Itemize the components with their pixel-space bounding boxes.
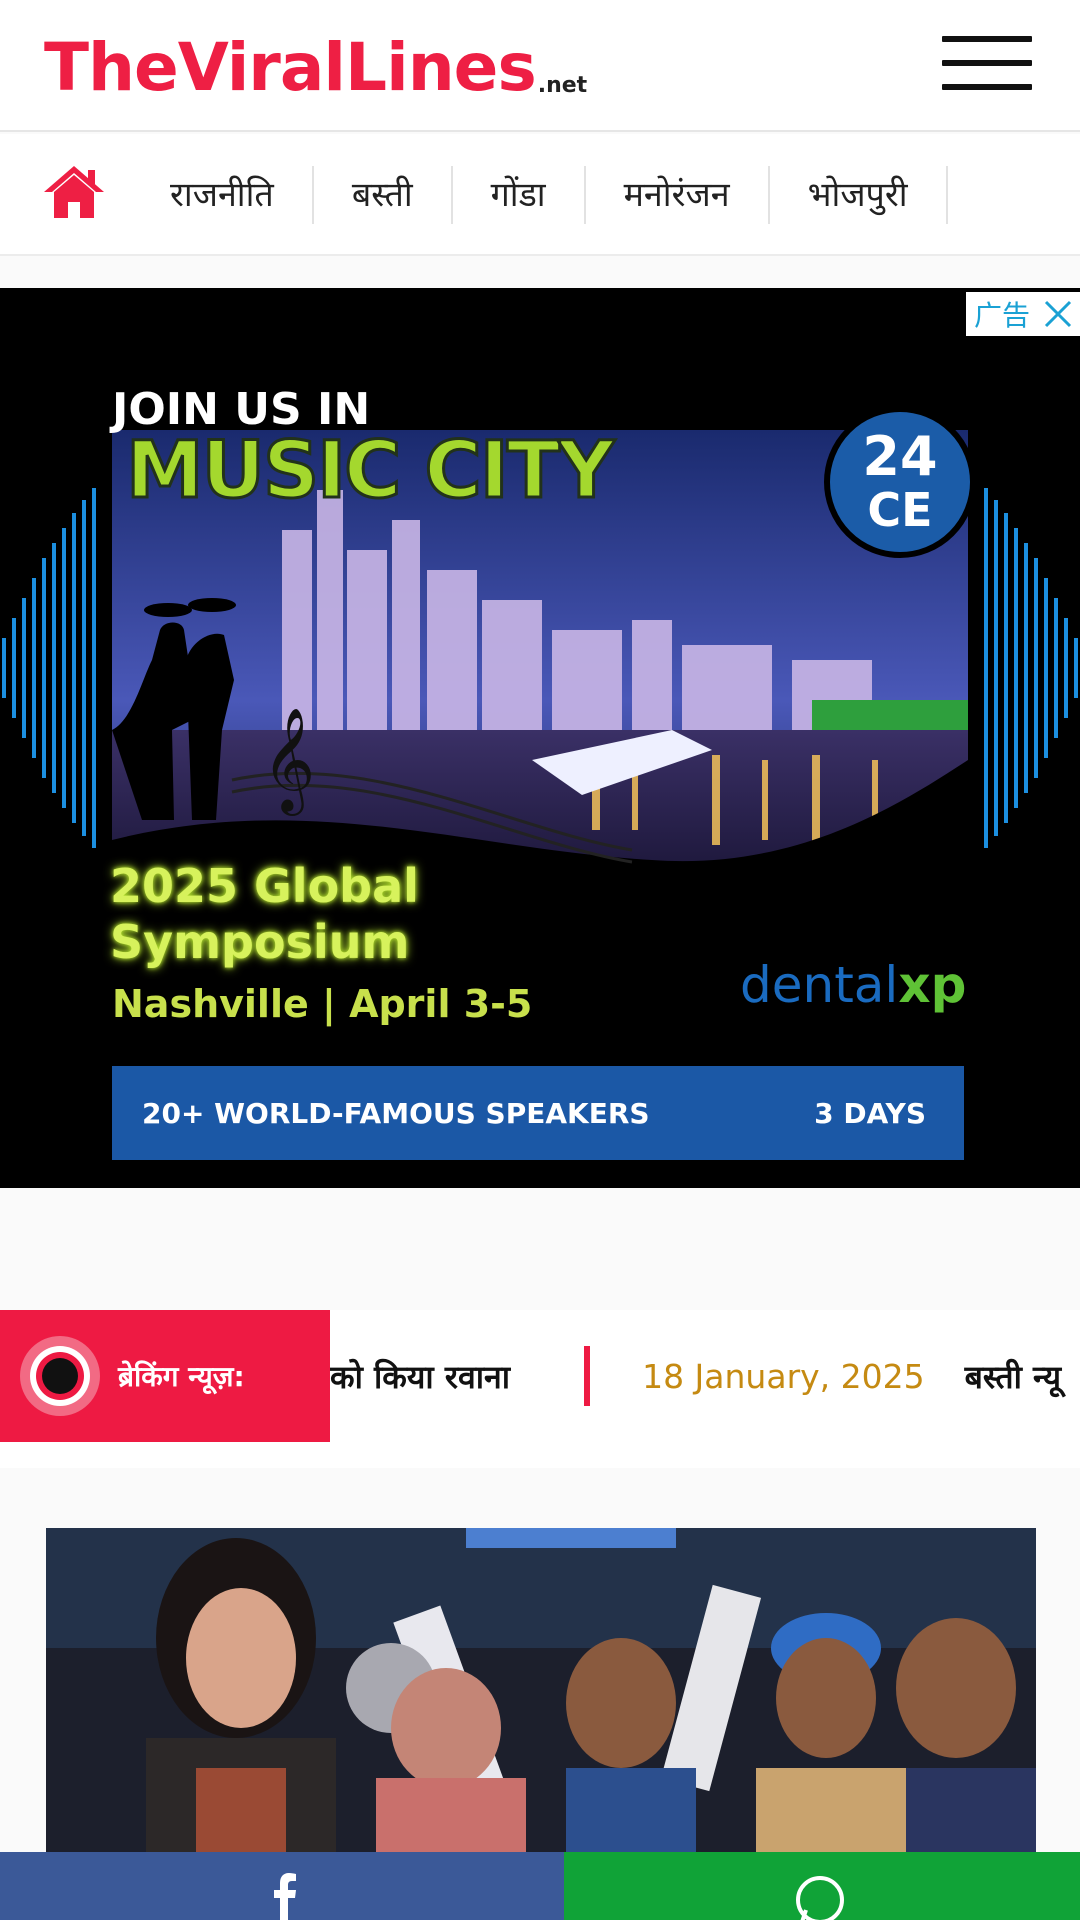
ad-choices-flag[interactable]: 广告 [966,292,1080,336]
ad-ce-badge: 24 CE [824,406,976,558]
ticker-date: 18 January, 2025 [642,1356,925,1396]
ticker-headline[interactable]: को किया रवाना [330,1355,510,1398]
whatsapp-icon [796,1876,844,1920]
facebook-icon [274,1873,296,1920]
svg-text:𝄞: 𝄞 [262,707,315,816]
ad-location: Nashville | April 3-5 [112,982,533,1026]
category-list: राजनीति बस्ती गोंडा मनोरंजन भोजपुरी [136,134,948,254]
ad-banner-days: 3 DAYS [814,1096,926,1130]
ad-label: 广告 [974,299,1031,332]
ad-headline: MUSIC CITY [125,425,617,518]
ad-bottom-banner: 20+ WORLD-FAMOUS SPEAKERS 3 DAYS [112,1066,964,1160]
close-icon[interactable] [1042,298,1074,330]
breaking-news-bar: को किया रवाना 18 January, 2025 बस्ती न्य… [0,1310,1080,1468]
nav-item-entertainment[interactable]: मनोरंजन [586,166,770,224]
advertisement[interactable]: 𝄞 JOIN US IN MUSIC CITY 24 CE 2025 Globa… [0,288,1080,1188]
menu-line [942,60,1032,66]
hamburger-menu-icon[interactable] [942,36,1032,90]
menu-line [942,84,1032,90]
menu-line [942,36,1032,42]
sound-wave-graphic [984,488,1078,848]
ad-event-title: 2025 Global Symposium [110,859,419,969]
ad-badge-number: 24 [862,425,938,488]
nav-item-politics[interactable]: राजनीति [136,166,314,224]
ticker-headline[interactable]: बस्ती न्यू [965,1355,1061,1398]
page: TheViralLines .net राजनीति बस्ती गोंडा म… [0,0,1080,1920]
ad-brand-logo: dentalxp [740,956,966,1014]
site-header: TheViralLines .net [0,0,1080,132]
facebook-share-button[interactable] [0,1852,564,1920]
logo-suffix: .net [537,73,588,98]
ad-banner-speakers: 20+ WORLD-FAMOUS SPEAKERS [142,1096,650,1130]
ticker-separator [584,1346,591,1406]
sound-wave-graphic [2,488,96,848]
category-nav: राजनीति बस्ती गोंडा मनोरंजन भोजपुरी [0,134,1080,256]
ad-badge-sub: CE [867,483,933,537]
nav-item-basti[interactable]: बस्ती [314,166,453,224]
breaking-news-label: ब्रेकिंग न्यूज़: [0,1310,330,1442]
whatsapp-share-button[interactable] [564,1852,1080,1920]
live-dot-icon [20,1336,100,1416]
share-bar [0,1852,1080,1920]
nav-item-bhojpuri[interactable]: भोजपुरी [770,166,948,224]
logo-text: TheViralLines [44,29,537,106]
news-ticker: को किया रवाना 18 January, 2025 बस्ती न्य… [330,1310,1061,1442]
home-icon[interactable] [42,164,106,220]
site-logo[interactable]: TheViralLines .net [44,28,587,108]
breaking-news-text: ब्रेकिंग न्यूज़: [118,1360,245,1393]
ad-brand-part1: dental [740,956,899,1014]
ad-brand-part2: xp [898,956,967,1014]
nav-item-gonda[interactable]: गोंडा [453,166,586,224]
